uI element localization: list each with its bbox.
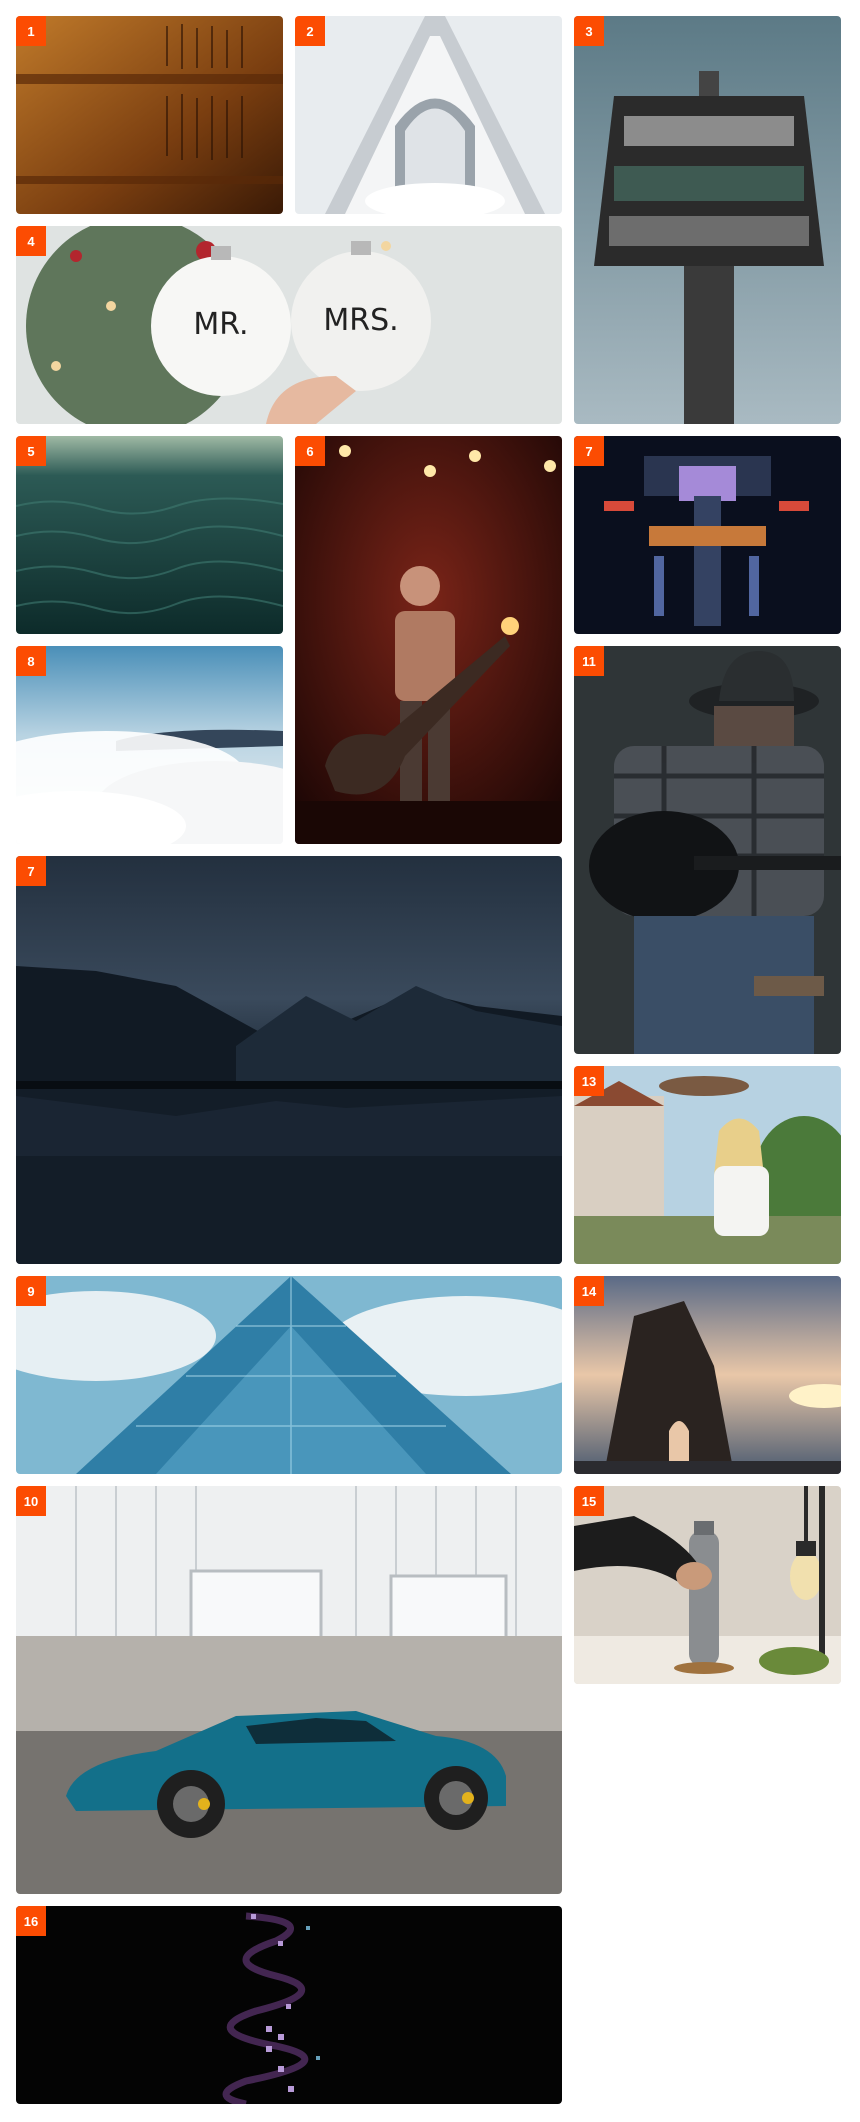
photo-tile-15[interactable]: 15 [574,1486,841,1684]
tile-number-badge: 10 [16,1486,46,1516]
photo-tile-1[interactable]: 1 [16,16,283,214]
observation-tower-photo [574,16,841,424]
photo-tile-8[interactable]: 7 [574,436,841,634]
tile-number-badge: 2 [295,16,325,46]
photo-tile-11[interactable]: 11 [574,646,841,1054]
tile-number-badge: 8 [16,646,46,676]
tile-number-badge: 5 [16,436,46,466]
photo-tile-14[interactable]: 14 [574,1276,841,1474]
tile-number-badge: 14 [574,1276,604,1306]
photo-tile-10[interactable]: 10 [16,1486,562,1894]
tile-number-badge: 7 [16,856,46,886]
sports-car-photo [16,1486,562,1894]
white-building-photo [295,16,562,214]
tile-number-badge: 13 [574,1066,604,1096]
tile-number-badge: 1 [16,16,46,46]
photo-tile-5[interactable]: 5 [16,436,283,634]
photo-tile-7[interactable]: 7 7 [16,856,562,1264]
photo-tile-9[interactable]: 9 [16,1276,562,1474]
ornament-right-text: MRS. [323,303,398,338]
photo-tile-16[interactable]: 16 [16,1906,562,2104]
woman-with-hat-photo [574,1066,841,1264]
wooden-tablets-photo [16,16,283,214]
tile-number-badge: 6 [295,436,325,466]
neon-spiral-photo [16,1906,562,2104]
photo-tile-3[interactable]: 3 [574,16,841,424]
photo-tile-6[interactable]: 6 [295,436,562,844]
tile-number-badge: 15 [574,1486,604,1516]
sea-of-clouds-photo [16,646,283,844]
photo-tile-12[interactable]: 8 [16,646,283,844]
sea-waves-photo [16,436,283,634]
guitarist-stage-photo [295,436,562,844]
sea-stack-sunset-photo [574,1276,841,1474]
photo-tile-2[interactable]: 2 [295,16,562,214]
photo-tile-13[interactable]: 13 [574,1066,841,1264]
tile-number-badge: 3 [574,16,604,46]
neon-city-photo [574,436,841,634]
glass-pyramid-photo [16,1276,562,1474]
tile-number-badge: 7 [574,436,604,466]
tile-number-badge: 11 [574,646,604,676]
mountain-lake-photo [16,856,562,1264]
photo-tile-4[interactable]: MR. MRS. 4 [16,226,562,424]
ornament-left-text: MR. [193,307,248,342]
tile-number-badge: 16 [16,1906,46,1936]
steel-bottle-photo [574,1486,841,1684]
tile-number-badge: 9 [16,1276,46,1306]
hat-guitarist-photo [574,646,841,1054]
tile-number-badge: 4 [16,226,46,256]
